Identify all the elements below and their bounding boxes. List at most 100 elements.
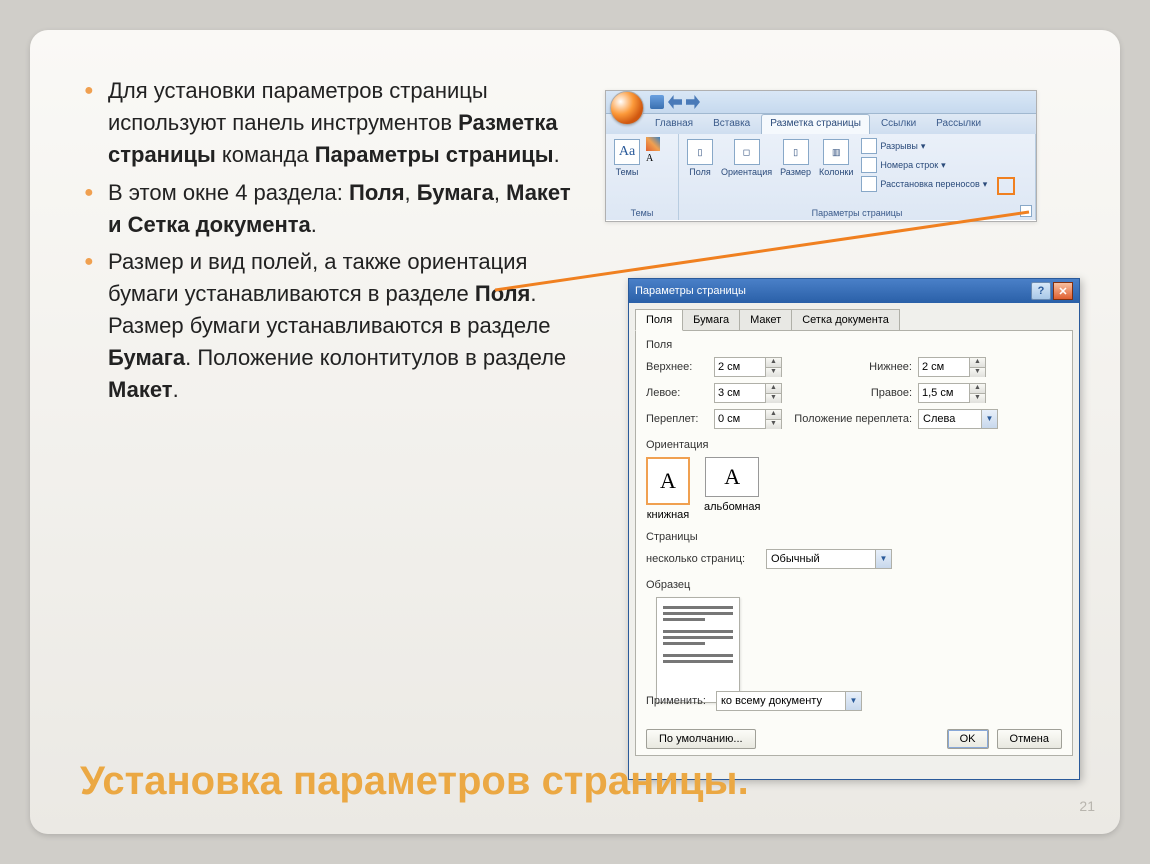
spin-down[interactable]: ▼ — [969, 368, 985, 377]
text: Размер и вид полей, а также ориентация б… — [108, 249, 527, 306]
apply-label: Применить: — [646, 695, 716, 707]
tab-home[interactable]: Главная — [646, 114, 702, 134]
spin-down[interactable]: ▼ — [765, 394, 781, 403]
bullet-1: Для установки параметров страницы исполь… — [108, 75, 580, 171]
cancel-button[interactable]: Отмена — [997, 729, 1062, 749]
tab-layout[interactable]: Макет — [739, 309, 792, 331]
spin-up[interactable]: ▲ — [765, 384, 781, 394]
dialog-titlebar[interactable]: Параметры страницы ? ✕ — [629, 279, 1079, 303]
ok-button[interactable]: OK — [947, 729, 989, 749]
preview-page — [656, 597, 740, 703]
close-button[interactable]: ✕ — [1053, 282, 1073, 300]
hyphenation-button[interactable]: Расстановка переносов ▾ — [859, 175, 989, 193]
text: . Положение колонтитулов в разделе — [185, 345, 566, 370]
label: Ориентация — [721, 167, 772, 177]
label: Размер — [780, 167, 811, 177]
landscape-label: альбомная — [704, 501, 760, 513]
tab-fields[interactable]: Поля — [635, 309, 683, 331]
breaks-icon — [861, 138, 877, 154]
themes-icon: Aa — [614, 139, 640, 165]
bold-text: Бумага — [417, 180, 494, 205]
right-margin-spinner[interactable]: ▲▼ — [918, 383, 986, 403]
undo-icon[interactable] — [668, 95, 682, 109]
save-icon[interactable] — [650, 95, 664, 109]
default-button[interactable]: По умолчанию... — [646, 729, 756, 749]
section-title: Ориентация — [646, 439, 1062, 451]
text: . — [311, 212, 317, 237]
spin-up[interactable]: ▲ — [765, 410, 781, 420]
tab-insert[interactable]: Вставка — [704, 114, 759, 134]
bold-text: Бумага — [108, 345, 185, 370]
spin-up[interactable]: ▲ — [969, 358, 985, 368]
label: Расстановка переносов — [880, 179, 979, 189]
text: В этом окне 4 раздела: — [108, 180, 349, 205]
portrait-button[interactable]: A книжная — [646, 457, 690, 521]
help-button[interactable]: ? — [1031, 282, 1051, 300]
tab-page-layout[interactable]: Разметка страницы — [761, 114, 870, 134]
gutter-pos-label: Положение переплета: — [782, 413, 918, 425]
effects-icon[interactable] — [646, 169, 660, 183]
breaks-button[interactable]: Разрывы ▾ — [859, 137, 989, 155]
bottom-margin-spinner[interactable]: ▲▼ — [918, 357, 986, 377]
bottom-label: Нижнее: — [782, 361, 918, 373]
line-numbers-button[interactable]: Номера строк ▾ — [859, 156, 989, 174]
dialog-footer: По умолчанию... OK Отмена — [636, 729, 1072, 749]
tab-mailings[interactable]: Рассылки — [927, 114, 990, 134]
margins-section: Поля Верхнее: ▲▼ Нижнее: ▲▼ Левое: ▲▼ Пр… — [646, 339, 1062, 429]
left-margin-spinner[interactable]: ▲▼ — [714, 383, 782, 403]
gutter-pos-select[interactable]: ▼ — [918, 409, 998, 429]
gutter-spinner[interactable]: ▲▼ — [714, 409, 782, 429]
apply-value[interactable] — [717, 693, 845, 709]
text: команда — [216, 142, 315, 167]
page-setup-dialog: Параметры страницы ? ✕ Поля Бумага Макет… — [628, 278, 1080, 780]
apply-select[interactable]: ▼ — [716, 691, 862, 711]
bullet-3: Размер и вид полей, а также ориентация б… — [108, 246, 580, 405]
multi-pages-select[interactable]: ▼ — [766, 549, 892, 569]
tab-references[interactable]: Ссылки — [872, 114, 925, 134]
ribbon-tabs: Главная Вставка Разметка страницы Ссылки… — [606, 114, 1036, 134]
landscape-button[interactable]: A альбомная — [704, 457, 760, 521]
spin-down[interactable]: ▼ — [765, 368, 781, 377]
label: Номера строк — [880, 160, 938, 170]
office-button[interactable] — [610, 91, 644, 125]
top-margin-spinner[interactable]: ▲▼ — [714, 357, 782, 377]
dropdown-icon[interactable]: ▼ — [845, 692, 861, 710]
multi-pages-value[interactable] — [767, 551, 875, 567]
bold-text: Поля — [349, 180, 405, 205]
page-number: 21 — [1079, 798, 1095, 814]
spin-up[interactable]: ▲ — [969, 384, 985, 394]
fonts-icon[interactable]: A — [646, 153, 660, 167]
spin-up[interactable]: ▲ — [765, 358, 781, 368]
colors-icon[interactable] — [646, 137, 660, 151]
gutter-pos-value[interactable] — [919, 411, 981, 427]
spin-down[interactable]: ▼ — [765, 420, 781, 429]
orientation-section: Ориентация A книжная A альбомная — [646, 439, 1062, 521]
slide: Для установки параметров страницы исполь… — [30, 30, 1120, 834]
dropdown-icon[interactable]: ▼ — [981, 410, 997, 428]
gutter-input[interactable] — [715, 411, 765, 427]
text: . — [554, 142, 560, 167]
top-margin-input[interactable] — [715, 359, 765, 375]
page-setup-launcher[interactable] — [1020, 205, 1032, 217]
spin-down[interactable]: ▼ — [969, 394, 985, 403]
label: Темы — [616, 167, 639, 177]
bold-text: Макет — [108, 377, 173, 402]
right-label: Правое: — [782, 387, 918, 399]
ribbon-body: Aa Темы A Темы ▯Поля ◻Ориентация ▯Размер — [606, 134, 1036, 220]
dropdown-icon[interactable]: ▼ — [875, 550, 891, 568]
bottom-margin-input[interactable] — [919, 359, 969, 375]
tab-paper[interactable]: Бумага — [682, 309, 740, 331]
ribbon: Главная Вставка Разметка страницы Ссылки… — [605, 90, 1037, 222]
orientation-icon: ◻ — [734, 139, 760, 165]
left-label: Левое: — [646, 387, 714, 399]
group-title: Темы — [606, 208, 678, 218]
preview-section: Образец — [646, 579, 1062, 703]
group-themes: Aa Темы A Темы — [606, 134, 679, 220]
gutter-label: Переплет: — [646, 413, 714, 425]
margins-icon: ▯ — [687, 139, 713, 165]
slide-title: Установка параметров страницы. — [80, 759, 749, 804]
left-margin-input[interactable] — [715, 385, 765, 401]
tab-grid[interactable]: Сетка документа — [791, 309, 900, 331]
right-margin-input[interactable] — [919, 385, 969, 401]
redo-icon[interactable] — [686, 95, 700, 109]
